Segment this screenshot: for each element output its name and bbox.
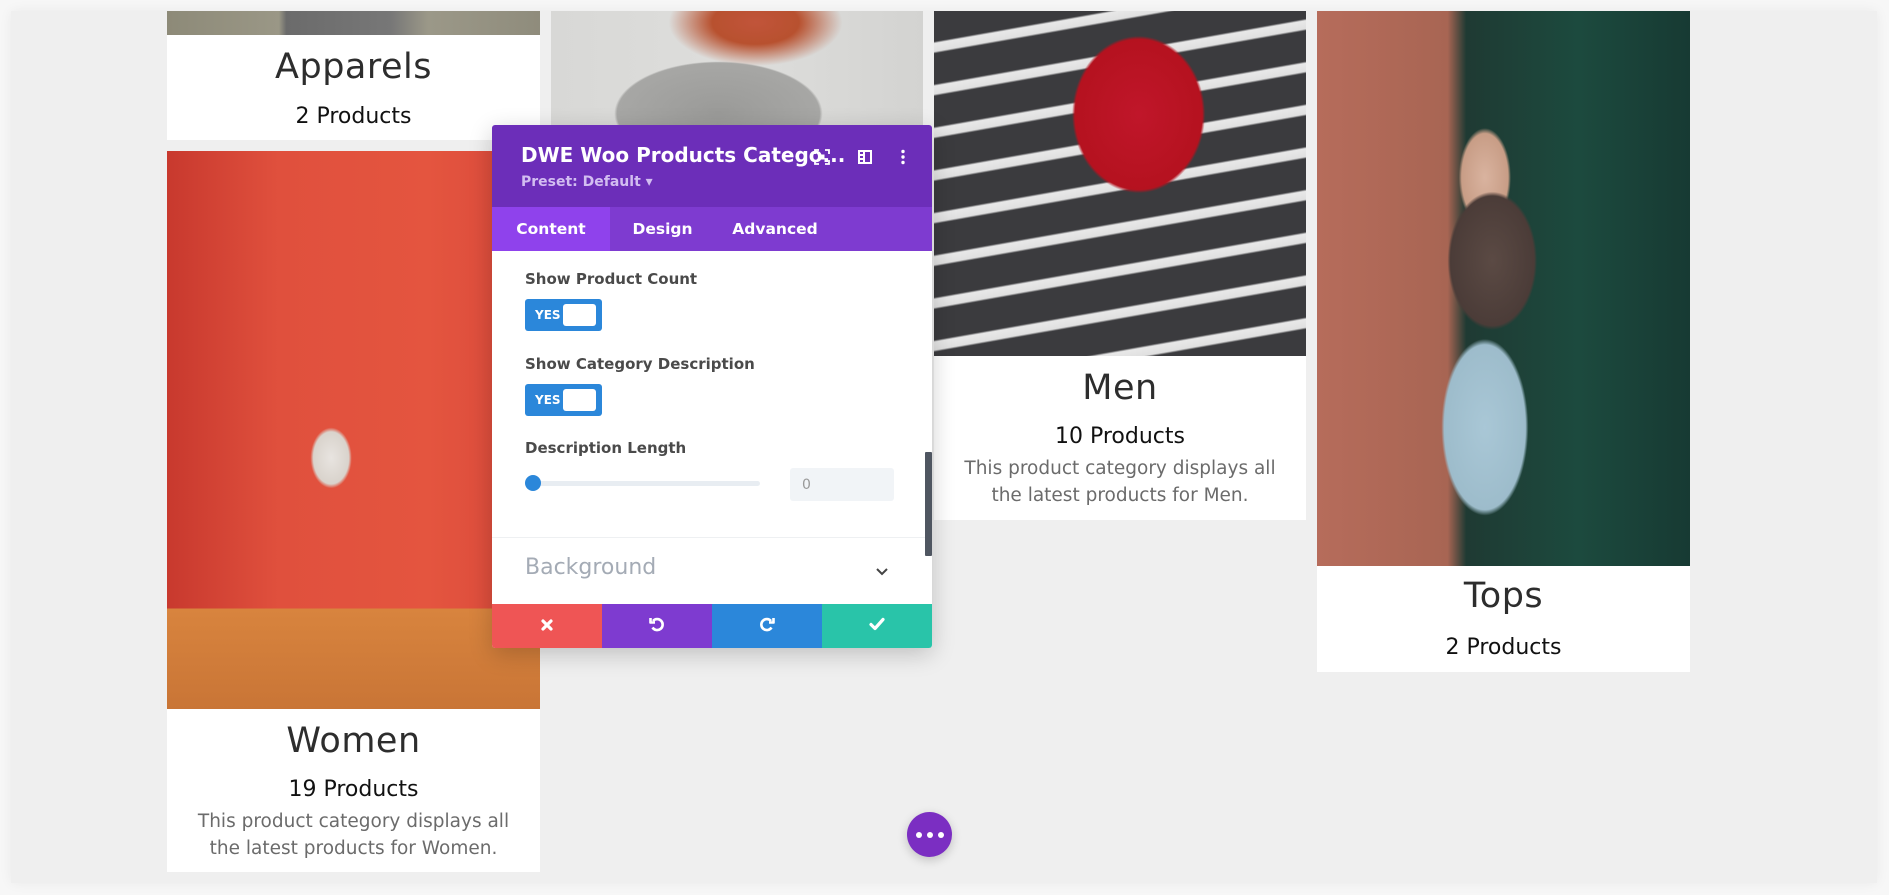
category-title[interactable]: Women [167, 721, 540, 761]
category-image-men[interactable] [934, 11, 1306, 356]
undo-button[interactable] [602, 604, 712, 648]
panel-tabs: Content Design Advanced [492, 207, 932, 251]
preset-dropdown[interactable]: Preset: Default ▾ [521, 174, 653, 190]
show-category-description-label: Show Category Description [525, 355, 755, 373]
redo-button[interactable] [712, 604, 822, 648]
category-count: 2 Products [295, 104, 412, 129]
category-card-men[interactable]: Men 10 Products This product category di… [934, 356, 1306, 520]
category-title[interactable]: Men [934, 368, 1306, 408]
builder-menu-button[interactable] [907, 812, 952, 857]
tab-content[interactable]: Content [492, 207, 610, 251]
category-count: 2 Products [1445, 635, 1562, 660]
category-image-tops[interactable] [1317, 11, 1690, 566]
category-description: This product category displays all the l… [197, 811, 510, 859]
description-length-slider[interactable] [525, 481, 760, 486]
category-count: 10 Products [1055, 424, 1185, 449]
category-image-women[interactable] [167, 151, 540, 709]
more-dot-icon [926, 831, 933, 838]
check-icon [868, 616, 886, 636]
show-category-description-toggle[interactable]: YES [525, 384, 602, 416]
description-length-input[interactable] [790, 468, 894, 501]
description-length-label: Description Length [525, 439, 687, 457]
toggle-knob [563, 389, 596, 411]
more-options-icon[interactable] [893, 147, 913, 167]
description-length-slider-handle[interactable] [525, 475, 541, 491]
background-section-toggle[interactable]: Background [525, 555, 656, 580]
category-card-women[interactable]: Women 19 Products This product category … [167, 709, 540, 872]
redo-icon [758, 615, 776, 637]
category-title[interactable]: Apparels [167, 47, 540, 87]
panel-scrollbar[interactable] [925, 452, 932, 556]
discard-button[interactable] [492, 604, 602, 648]
category-card-tops[interactable]: Tops 2 Products [1317, 566, 1690, 672]
fullscreen-icon[interactable] [812, 147, 832, 167]
section-divider [492, 537, 932, 538]
more-dot-icon [915, 831, 922, 838]
panel-title: DWE Woo Products Catego... [521, 143, 846, 167]
category-description: This product category displays all the l… [964, 458, 1276, 506]
panel-header[interactable]: DWE Woo Products Catego... Preset: Defau… [492, 125, 932, 207]
undo-icon [648, 615, 666, 637]
category-title[interactable]: Tops [1317, 576, 1690, 616]
show-product-count-label: Show Product Count [525, 270, 698, 288]
more-dot-icon [937, 831, 944, 838]
close-icon [540, 617, 554, 636]
toggle-state: YES [535, 308, 561, 322]
sidebar-layout-icon[interactable] [855, 147, 875, 167]
module-settings-panel: DWE Woo Products Catego... Preset: Defau… [492, 125, 932, 648]
panel-body: Show Product Count YES Show Category Des… [492, 251, 932, 604]
show-product-count-toggle[interactable]: YES [525, 299, 602, 331]
save-button[interactable] [822, 604, 932, 648]
category-image-apparels[interactable] [167, 11, 540, 35]
panel-footer [492, 604, 932, 648]
category-count: 19 Products [288, 777, 419, 802]
category-image-tshirt[interactable] [551, 11, 923, 125]
category-card-apparels[interactable]: Apparels 2 Products [167, 35, 540, 140]
tab-design[interactable]: Design [610, 207, 715, 251]
toggle-state: YES [535, 393, 561, 407]
chevron-down-icon[interactable] [874, 563, 890, 579]
tab-advanced[interactable]: Advanced [715, 207, 835, 251]
toggle-knob [563, 304, 596, 326]
